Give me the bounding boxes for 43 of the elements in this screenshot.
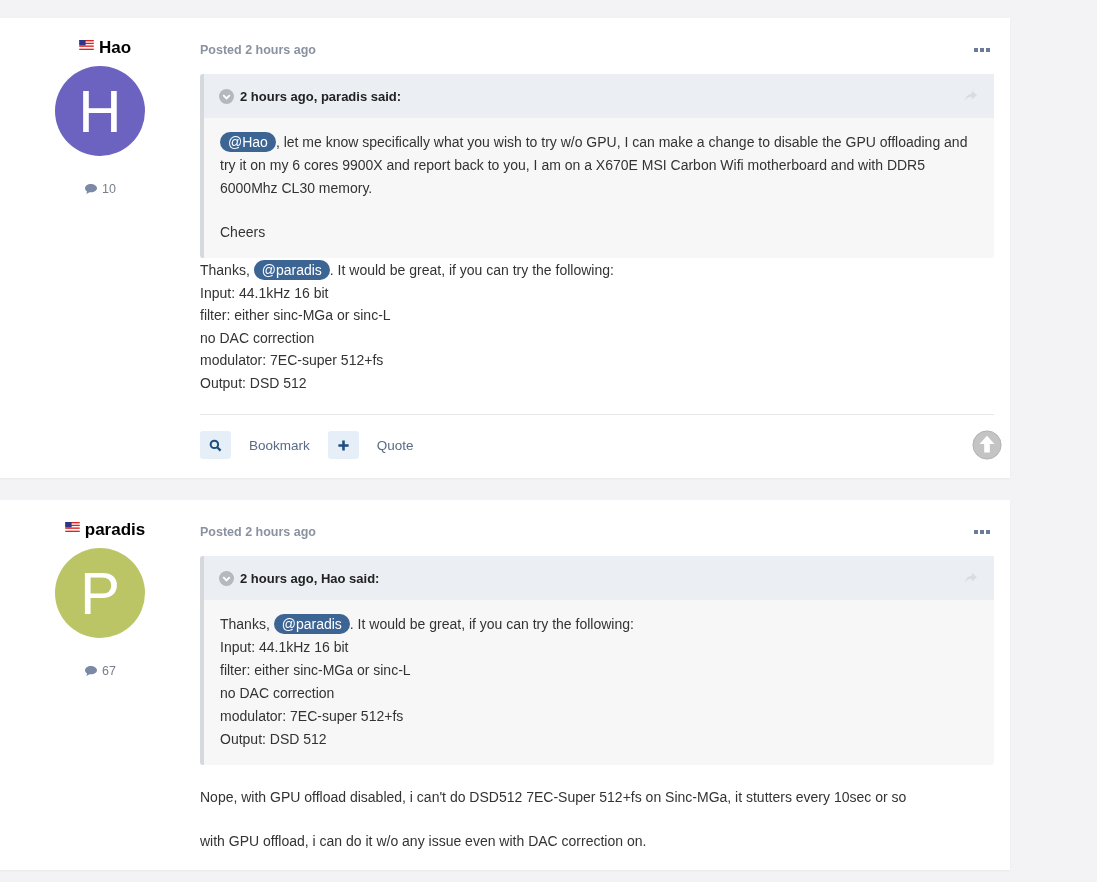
quote-header: 2 hours ago, Hao said: [240,570,381,586]
post-text: Output: DSD 512 [200,373,308,393]
post-count: 67 [102,664,116,678]
quote-text: @Hao , let me know specifically what you wish to try w/o GPU, I can make a change to disable the GPU offloading and try it on my 6 cores 9900X and report back to you, I am on a X670E MSI Carbon Wifi motherboard and with DDR5 6000Mhz CL30 memory. [220,131,969,198]
post-text: modulator: 7EC-super 512+fs [200,351,385,370]
more-icon[interactable] [974,529,990,535]
quote-text: Output: DSD 512 [220,730,328,749]
post-text: Nope, with GPU offload disabled, i can't do DSD512 7EC-Super 512+fs on Sinc-MGa, it stutters every 10sec or so [200,788,908,807]
quote-text: Cheers [220,223,267,242]
add-button[interactable] [327,431,359,459]
quote-header: 2 hours ago, paradis said: [240,88,403,104]
post-text: filter: either sinc-MGa or sinc-L [200,306,392,325]
author-name[interactable]: paradis [84,520,146,540]
collapse-icon[interactable] [219,88,234,104]
quote-text: no DAC correction [220,684,336,703]
quote-text: modulator: 7EC-super 512+fs [220,707,405,726]
post-text: Input: 44.1kHz 16 bit [200,283,330,303]
quote-text: filter: either sinc-MGa or sinc-L [220,661,412,680]
search-button[interactable] [200,431,231,459]
post-text: Thanks, @paradis . It would be great, if you can try the following: [200,259,615,282]
post-count: 10 [102,182,116,196]
quote-text: Thanks, @paradis . It would be great, if you can try the following: [220,613,635,636]
comment-icon [84,665,99,677]
post-date: Posted 2 hours ago [200,525,316,539]
author-name[interactable]: Hao [98,38,132,58]
search-icon [209,438,222,452]
post-date: Posted 2 hours ago [200,43,316,57]
mention-link[interactable]: @Hao [220,132,276,152]
scroll-up-icon[interactable] [972,430,1002,460]
bookmark-link[interactable]: Bookmark [249,437,310,453]
flag-icon [64,522,80,532]
quote-link[interactable]: Quote [376,437,414,453]
flag-icon [78,40,94,50]
avatar[interactable]: H [55,66,145,156]
post-text: no DAC correction [200,328,316,348]
comment-icon [84,183,99,195]
plus-icon [336,438,350,452]
collapse-icon[interactable] [219,570,234,586]
post-text: with GPU offload, i can do it w/o any issue even with DAC correction on. [200,831,648,851]
mention-link[interactable]: @paradis [253,260,330,280]
quote-text: Input: 44.1kHz 16 bit [220,638,350,657]
more-icon[interactable] [974,47,990,53]
mention-link[interactable]: @paradis [273,614,350,634]
